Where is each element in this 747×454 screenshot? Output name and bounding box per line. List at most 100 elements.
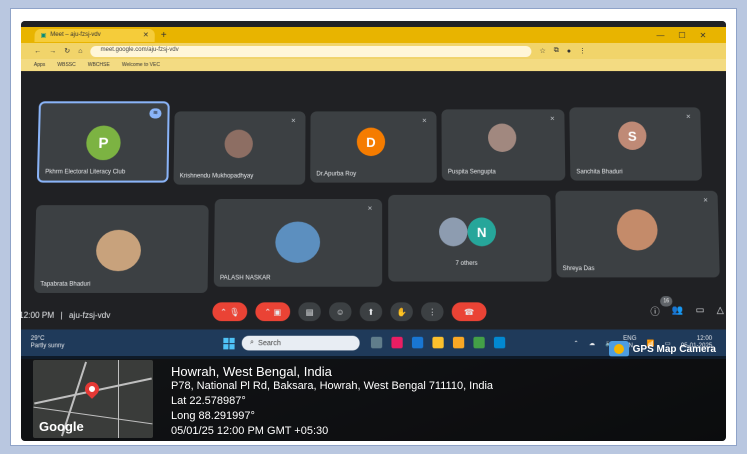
location-map: Google — [33, 360, 153, 438]
file-explorer-icon[interactable] — [452, 336, 465, 349]
camera-toggle-button[interactable]: ⌃ ▣ — [255, 302, 291, 322]
geo-city: Howrah, West Bengal, India — [171, 364, 332, 379]
kebab-icon: ⋮ — [428, 307, 437, 317]
geo-long: Long 88.291997° — [171, 410, 255, 422]
participant-name: Krishnendu Mukhopadhyay — [179, 173, 254, 180]
captions-button[interactable]: ▤ — [298, 302, 321, 322]
close-tab-icon[interactable]: ✕ — [143, 31, 149, 39]
side-controls: 16 ⓘ 👥 ▭ △ — [650, 296, 724, 318]
reload-icon[interactable]: ↻ — [64, 47, 70, 55]
meet-favicon-icon: ▣ — [40, 32, 47, 39]
mic-off-icon: 🎙 — [229, 307, 240, 317]
forward-icon[interactable]: → — [49, 47, 56, 54]
call-controls: ⌃ 🎙 ⌃ ▣ ▤ ☺ ⬆ ✋ ⋮ ☎ — [212, 302, 487, 322]
mic-off-icon: ✕ — [421, 118, 427, 125]
bookmark-star-icon[interactable]: ☆ — [539, 47, 545, 55]
location-pin-icon — [82, 379, 102, 399]
hang-up-icon: ☎ — [463, 307, 475, 317]
activities-icon[interactable]: △ — [716, 304, 723, 318]
more-options-button[interactable]: ⋮ — [421, 302, 444, 322]
laptop-photo: ▣ Meet – aju-fzsj-vdv ✕ + — ☐ ✕ ← → ↻ ⌂ … — [21, 21, 726, 441]
taskbar-apps — [370, 336, 506, 349]
participant-tile[interactable]: ✕ Shreya Das — [555, 190, 720, 278]
profile-icon[interactable]: ● — [567, 47, 571, 54]
close-window-icon[interactable]: ✕ — [700, 30, 707, 39]
task-view-icon[interactable] — [370, 336, 383, 349]
participant-tile[interactable]: D ✕ Dr.Apurba Roy — [310, 111, 437, 183]
cloud-icon[interactable]: ☁ — [589, 339, 595, 346]
participant-tile-others[interactable]: N 7 others — [388, 194, 552, 282]
mic-off-icon: ✕ — [549, 116, 555, 123]
info-icon[interactable]: ⓘ — [650, 304, 660, 318]
photo-frame: ▣ Meet – aju-fzsj-vdv ✕ + — ☐ ✕ ← → ↻ ⌂ … — [10, 8, 737, 446]
reactions-button[interactable]: ☺ — [328, 302, 352, 322]
back-icon[interactable]: ← — [34, 47, 41, 54]
map-road — [118, 360, 119, 438]
edge-icon[interactable] — [411, 336, 424, 349]
participant-tile[interactable]: S ✕ Sanchita Bhaduri — [569, 107, 703, 181]
home-icon[interactable]: ⌂ — [78, 47, 82, 54]
participant-tile[interactable]: Tapabrata Bhaduri — [33, 205, 209, 293]
bookmark-item[interactable]: Welcome to VEC — [122, 62, 160, 68]
present-icon: ⬆ — [367, 307, 375, 317]
participant-tile[interactable]: ✕ Krishnendu Mukhopadhyay — [173, 111, 306, 185]
present-button[interactable]: ⬆ — [359, 302, 383, 322]
avatar — [438, 217, 468, 247]
map-brand: Google — [39, 419, 84, 434]
maximize-icon[interactable]: ☐ — [678, 30, 685, 39]
url-input[interactable]: meet.google.com/aju-fzsj-vdv — [90, 45, 532, 57]
meeting-code: aju-fzsj-vdv — [68, 310, 111, 321]
emoji-icon: ☺ — [336, 307, 345, 317]
minimize-icon[interactable]: — — [656, 30, 664, 39]
meeting-info: 12:00 PM | aju-fzsj-vdv — [21, 311, 110, 320]
participant-name: Dr.Apurba Roy — [316, 171, 357, 178]
geo-datetime: 05/01/25 12:00 PM GMT +05:30 — [171, 425, 329, 437]
bookmark-item[interactable]: Apps — [34, 62, 46, 68]
meet-control-bar: 12:00 PM | aju-fzsj-vdv ⌃ 🎙 ⌃ ▣ ▤ ☺ ⬆ ✋ … — [21, 296, 726, 329]
gps-camera-watermark: GPS Map Camera — [608, 341, 716, 357]
participant-tile[interactable]: ✕ Puspita Sengupta — [441, 109, 566, 181]
geo-address: P78, National Pl Rd, Baksara, Howrah, We… — [171, 380, 494, 392]
windows-start-icon[interactable] — [223, 337, 235, 350]
tab-title: Meet – aju-fzsj-vdv — [50, 31, 101, 38]
app-icon[interactable] — [493, 336, 506, 349]
participant-name: Sanchita Bhaduri — [576, 169, 623, 176]
mic-toggle-button[interactable]: ⌃ 🎙 — [212, 302, 248, 322]
menu-kebab-icon[interactable]: ⋮ — [579, 47, 586, 55]
participant-name: Pkhrm Electoral Literacy Club — [45, 169, 126, 176]
meeting-time: 12:00 PM — [21, 310, 55, 321]
avatar — [95, 229, 142, 272]
geotag-text: Howrah, West Bengal, India P78, National… — [171, 364, 493, 439]
raise-hand-button[interactable]: ✋ — [390, 302, 413, 322]
laptop-screen: ▣ Meet – aju-fzsj-vdv ✕ + — ☐ ✕ ← → ↻ ⌂ … — [21, 21, 726, 359]
mic-off-icon: ✕ — [367, 206, 373, 213]
leave-call-button[interactable]: ☎ — [451, 302, 487, 322]
taskbar-search-input[interactable]: ⌕ Search — [241, 335, 360, 351]
chevron-up-icon: ⌃ — [220, 307, 227, 317]
extensions-icon[interactable]: ⧉ — [554, 47, 559, 55]
separator: | — [60, 310, 63, 321]
window-controls: — ☐ ✕ — [656, 30, 726, 39]
people-icon[interactable]: 👥 — [672, 304, 684, 318]
app-icon[interactable] — [391, 336, 403, 349]
chat-icon[interactable]: ▭ — [696, 304, 705, 318]
participant-tile[interactable]: P ≋ Pkhrm Electoral Literacy Club — [36, 101, 170, 183]
chevron-up-icon[interactable]: ⌃ — [573, 339, 578, 346]
bookmarks-bar: Apps WBSSC WBCHSE Welcome to VEC — [21, 59, 726, 72]
participant-tile[interactable]: ✕ PALASH NASKAR — [213, 198, 383, 287]
whatsapp-icon[interactable] — [473, 336, 485, 349]
chrome-icon[interactable] — [432, 336, 444, 349]
weather-widget[interactable]: 29°C Partly sunny — [30, 336, 64, 351]
browser-tab-strip: ▣ Meet – aju-fzsj-vdv ✕ + — ☐ ✕ — [21, 26, 726, 43]
mic-off-icon: ✕ — [702, 197, 709, 205]
bookmark-item[interactable]: WBCHSE — [88, 62, 110, 68]
avatar: N — [467, 217, 497, 247]
speaking-indicator-icon: ≋ — [149, 108, 162, 119]
browser-tab[interactable]: ▣ Meet – aju-fzsj-vdv ✕ — [34, 28, 155, 42]
new-tab-icon[interactable]: + — [161, 29, 167, 40]
avatar — [275, 221, 321, 263]
avatar: P — [85, 125, 121, 161]
gps-camera-icon — [608, 341, 629, 357]
search-placeholder: Search — [258, 339, 281, 347]
bookmark-item[interactable]: WBSSC — [57, 62, 76, 68]
